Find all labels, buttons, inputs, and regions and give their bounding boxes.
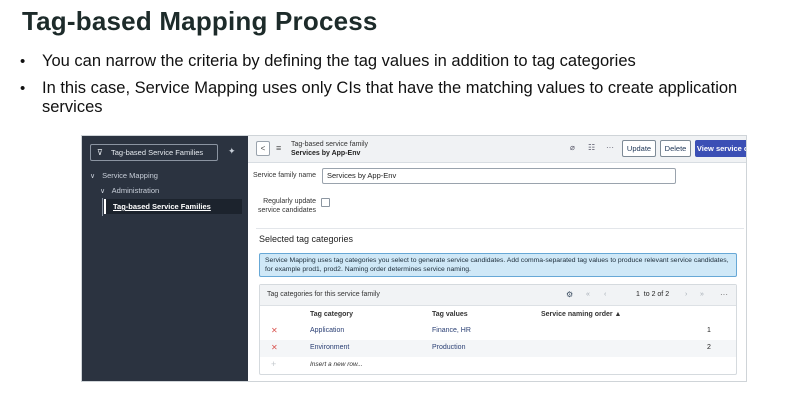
column-header-tag-values[interactable]: Tag values xyxy=(432,311,468,318)
related-list-title: Tag categories for this service family xyxy=(267,291,380,298)
main-content: < ≡ Tag-based service family Services by… xyxy=(248,136,746,381)
page-range: to 2 of 2 xyxy=(643,291,670,298)
app-screenshot: ⊽ Tag-based Service Families ✦ ∨ Service… xyxy=(81,135,747,382)
cell-tag-category[interactable]: Application xyxy=(310,327,344,334)
pagination: 1 to 2 of 2 xyxy=(636,291,669,298)
table-row: ✕ Application Finance, HR 1 xyxy=(260,323,736,340)
sidebar-item-label: Administration xyxy=(111,186,160,195)
section-title: Selected tag categories xyxy=(259,234,354,244)
delete-row-icon[interactable]: ✕ xyxy=(271,326,278,335)
view-service-candidates-button[interactable]: View service candidates xyxy=(695,140,746,157)
form-header: < ≡ Tag-based service family Services by… xyxy=(248,136,746,163)
filter-text: Tag-based Service Families xyxy=(111,148,204,157)
sidebar: ⊽ Tag-based Service Families ✦ ∨ Service… xyxy=(82,136,248,381)
filter-icon: ⊽ xyxy=(97,148,103,157)
hamburger-menu-icon[interactable]: ≡ xyxy=(276,143,281,153)
plus-icon: + xyxy=(271,359,277,369)
column-header-tag-category[interactable]: Tag category xyxy=(310,311,353,318)
column-header-service-naming-order[interactable]: Service naming order ▲ xyxy=(541,311,621,318)
page-current[interactable]: 1 xyxy=(636,291,640,298)
chevron-down-icon: ∨ xyxy=(90,173,96,180)
insert-row-label: Insert a new row... xyxy=(310,361,363,368)
gear-icon[interactable]: ⚙ xyxy=(566,290,573,299)
paperclip-icon[interactable]: ⌀ xyxy=(570,143,575,152)
bullet-list: You can narrow the criteria by defining … xyxy=(20,52,790,125)
info-message: Service Mapping uses tag categories you … xyxy=(259,253,737,277)
record-name-title: Services by App-Env xyxy=(291,150,361,157)
filter-input[interactable]: ⊽ Tag-based Service Families xyxy=(90,144,218,161)
previous-page-icon[interactable]: ‹ xyxy=(604,291,606,298)
regular-update-label: Regularly update service candidates xyxy=(258,198,316,214)
bullet-item: You can narrow the criteria by defining … xyxy=(20,52,790,71)
first-page-icon[interactable]: « xyxy=(586,291,590,298)
tree-line xyxy=(102,198,103,216)
insert-row[interactable]: + Insert a new row... xyxy=(260,357,736,374)
cell-tag-values[interactable]: Production xyxy=(432,344,465,351)
delete-button[interactable]: Delete xyxy=(660,140,691,157)
pin-icon[interactable]: ✦ xyxy=(228,146,236,157)
sidebar-item-service-mapping[interactable]: ∨ Service Mapping xyxy=(90,171,158,180)
more-options-icon[interactable]: ··· xyxy=(606,143,614,152)
related-list: Tag categories for this service family ⚙… xyxy=(259,284,737,375)
last-page-icon[interactable]: » xyxy=(700,291,704,298)
slide-title: Tag-based Mapping Process xyxy=(22,6,378,36)
chevron-down-icon: ∨ xyxy=(100,188,106,195)
next-page-icon[interactable]: › xyxy=(685,291,687,298)
related-list-header: Tag categories for this service family ⚙… xyxy=(260,285,736,306)
sidebar-item-administration[interactable]: ∨ Administration xyxy=(100,186,159,195)
regular-update-checkbox[interactable] xyxy=(321,198,330,207)
cell-naming-order[interactable]: 2 xyxy=(707,344,711,351)
record-type-title: Tag-based service family xyxy=(291,141,369,148)
cell-tag-values[interactable]: Finance, HR xyxy=(432,327,471,334)
cell-naming-order[interactable]: 1 xyxy=(707,327,711,334)
family-name-label: Service family name xyxy=(252,172,316,179)
cell-tag-category[interactable]: Environment xyxy=(310,344,349,351)
more-options-icon[interactable]: ··· xyxy=(720,290,728,299)
family-name-input[interactable]: Services by App-Env xyxy=(322,168,676,184)
settings-sliders-icon[interactable]: ☷ xyxy=(588,143,595,152)
sidebar-item-tag-based-service-families[interactable]: Tag-based Service Families xyxy=(104,199,242,214)
sidebar-item-label: Service Mapping xyxy=(102,171,158,180)
bullet-item: In this case, Service Mapping uses only … xyxy=(20,79,790,117)
divider xyxy=(256,228,744,229)
update-button[interactable]: Update xyxy=(622,140,656,157)
delete-row-icon[interactable]: ✕ xyxy=(271,343,278,352)
back-button[interactable]: < xyxy=(256,141,270,156)
table-row: ✕ Environment Production 2 xyxy=(260,340,736,357)
